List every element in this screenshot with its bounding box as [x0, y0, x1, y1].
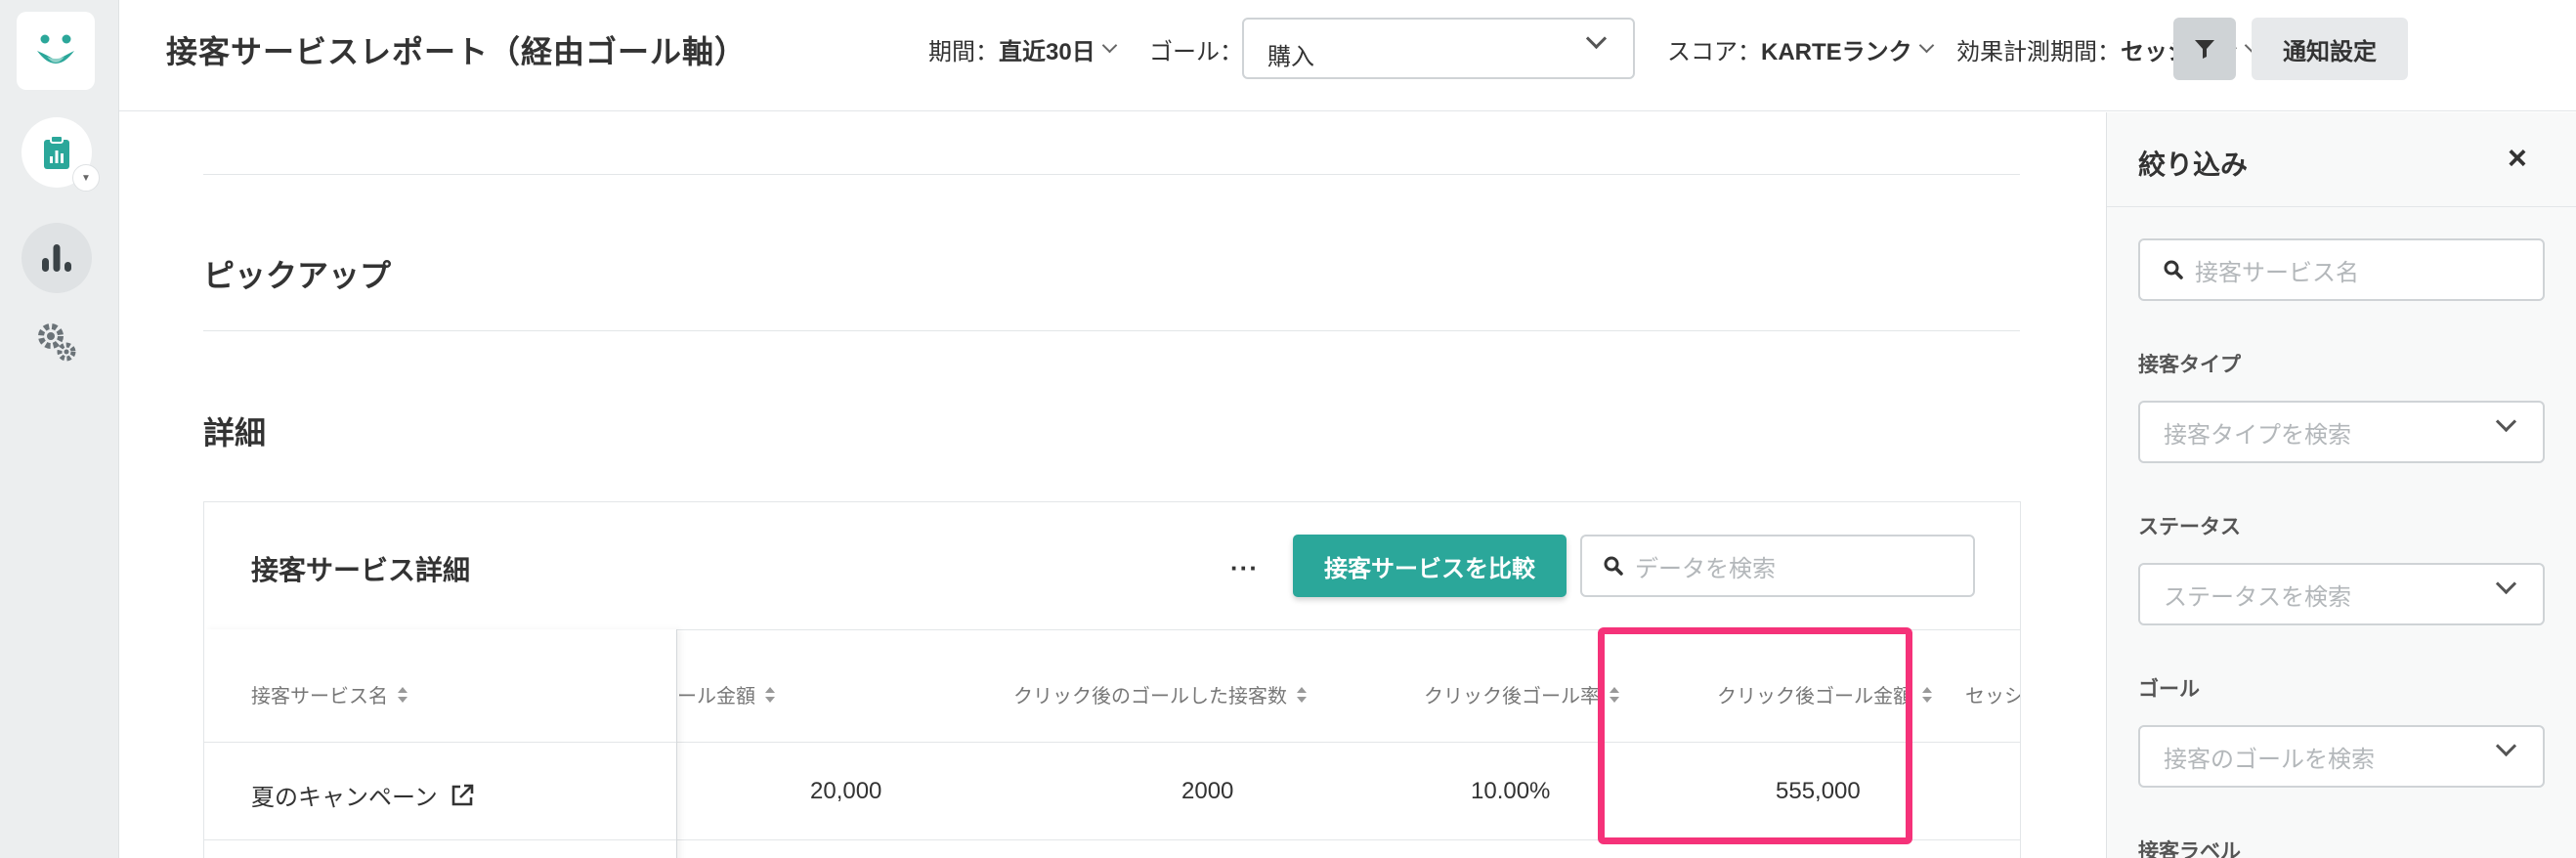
col-header-click-goal-rate[interactable]: クリック後ゴール率 [1424, 680, 1619, 708]
measure-period-label: 効果計測期間： [1956, 39, 2121, 65]
sort-icon [765, 686, 775, 703]
chevron-down-icon [1101, 37, 1117, 54]
goal-filter-placeholder: 接客のゴールを検索 [2164, 746, 2375, 773]
report-menu-dropdown[interactable]: ▼ [72, 164, 100, 192]
score-value: KARTEランク [1761, 39, 1912, 65]
chevron-down-icon [2495, 735, 2517, 757]
goal-select-value: 購入 [1267, 44, 1314, 70]
sort-icon [1297, 686, 1307, 703]
cell-click-goal-count: 2000 [1181, 778, 1234, 804]
pickup-section-title: ピックアップ [203, 258, 392, 293]
type-filter-select[interactable]: 接客タイプを検索 [2138, 401, 2545, 463]
search-icon [1604, 556, 1623, 576]
close-icon[interactable]: × [2508, 140, 2527, 178]
col-header-service-name[interactable]: 接客サービス名 [251, 680, 408, 708]
analytics-nav-button[interactable] [21, 223, 92, 293]
tag-filter-label: 接客ラベル [2138, 840, 2241, 858]
divider [203, 174, 2020, 175]
page-title: 接客サービスレポート（経由ゴール軸） [166, 34, 748, 69]
period-value: 直近30日 [999, 39, 1095, 65]
table-row-divider [204, 742, 676, 743]
goal-select[interactable]: 購入 [1242, 18, 1635, 79]
filter-panel-header: 絞り込み × [2107, 112, 2576, 207]
status-filter-select[interactable]: ステータスを検索 [2138, 563, 2545, 625]
col-header-session[interactable]: セッシ [1965, 680, 2020, 708]
filter-funnel-icon [2195, 40, 2214, 59]
highlight-annotation-box [1598, 627, 1912, 844]
status-filter-placeholder: ステータスを検索 [2164, 583, 2351, 611]
status-filter-label: ステータス [2138, 516, 2241, 538]
filter-panel-title: 絞り込み [2138, 150, 2249, 180]
top-header: 接客サービスレポート（経由ゴール軸） 期間： 直近30日 ゴール： 購入 スコア：… [119, 0, 2576, 111]
chevron-down-icon [2495, 573, 2517, 595]
report-clipboard-icon [44, 135, 69, 169]
col-header-click-goal-count[interactable]: クリック後のゴールした接客数 [1013, 680, 1307, 708]
karte-logo-icon[interactable] [17, 12, 95, 90]
table-row-divider [204, 839, 676, 840]
left-nav-rail: ▼ [0, 0, 119, 858]
fixed-name-column [204, 629, 677, 858]
goal-label: ゴール： [1149, 39, 1243, 65]
period-selector[interactable]: 期間： 直近30日 [928, 32, 1117, 66]
type-filter-label: 接客タイプ [2138, 354, 2241, 376]
goal-filter-label: ゴール [2138, 678, 2200, 701]
divider [203, 330, 2020, 331]
type-filter-placeholder: 接客タイプを検索 [2164, 421, 2351, 449]
score-selector[interactable]: スコア： KARTEランク [1667, 32, 1934, 66]
analytics-bars-icon [42, 244, 71, 272]
chevron-down-icon [1918, 37, 1934, 54]
filter-panel: 絞り込み × 接客サービス名 接客タイプ 接客タイプを検索 ステータス ステータ… [2106, 112, 2576, 858]
chevron-down-icon [1585, 27, 1608, 50]
sort-icon [1922, 686, 1932, 703]
service-name-link[interactable]: 夏のキャンペーン [251, 778, 438, 812]
compare-services-button[interactable]: 接客サービスを比較 [1293, 535, 1567, 597]
detail-section-title: 詳細 [203, 415, 267, 450]
data-search-placeholder: データを検索 [1635, 555, 1776, 582]
settings-gears-icon[interactable] [33, 319, 80, 365]
data-search-input[interactable]: データを検索 [1580, 535, 1975, 597]
goal-filter-select[interactable]: 接客のゴールを検索 [2138, 725, 2545, 788]
service-name-filter-input[interactable]: 接客サービス名 [2138, 238, 2545, 301]
external-link-icon[interactable] [450, 783, 475, 808]
score-label: スコア： [1667, 39, 1761, 65]
card-title: 接客サービス詳細 [251, 555, 471, 585]
search-icon [2164, 260, 2183, 279]
cell-service-name[interactable]: 夏のキャンペーン [251, 778, 475, 812]
cell-goal-amount: 20,000 [810, 778, 882, 804]
more-options-button[interactable]: ··· [1230, 553, 1259, 583]
notification-settings-button[interactable]: 通知設定 [2252, 18, 2408, 80]
chevron-down-icon [2495, 410, 2517, 433]
filter-toggle-button[interactable] [2173, 18, 2236, 80]
period-label: 期間： [928, 39, 999, 65]
service-name-filter-placeholder: 接客サービス名 [2195, 259, 2359, 286]
sort-icon [398, 686, 408, 703]
cell-click-goal-rate: 10.00% [1471, 778, 1551, 804]
